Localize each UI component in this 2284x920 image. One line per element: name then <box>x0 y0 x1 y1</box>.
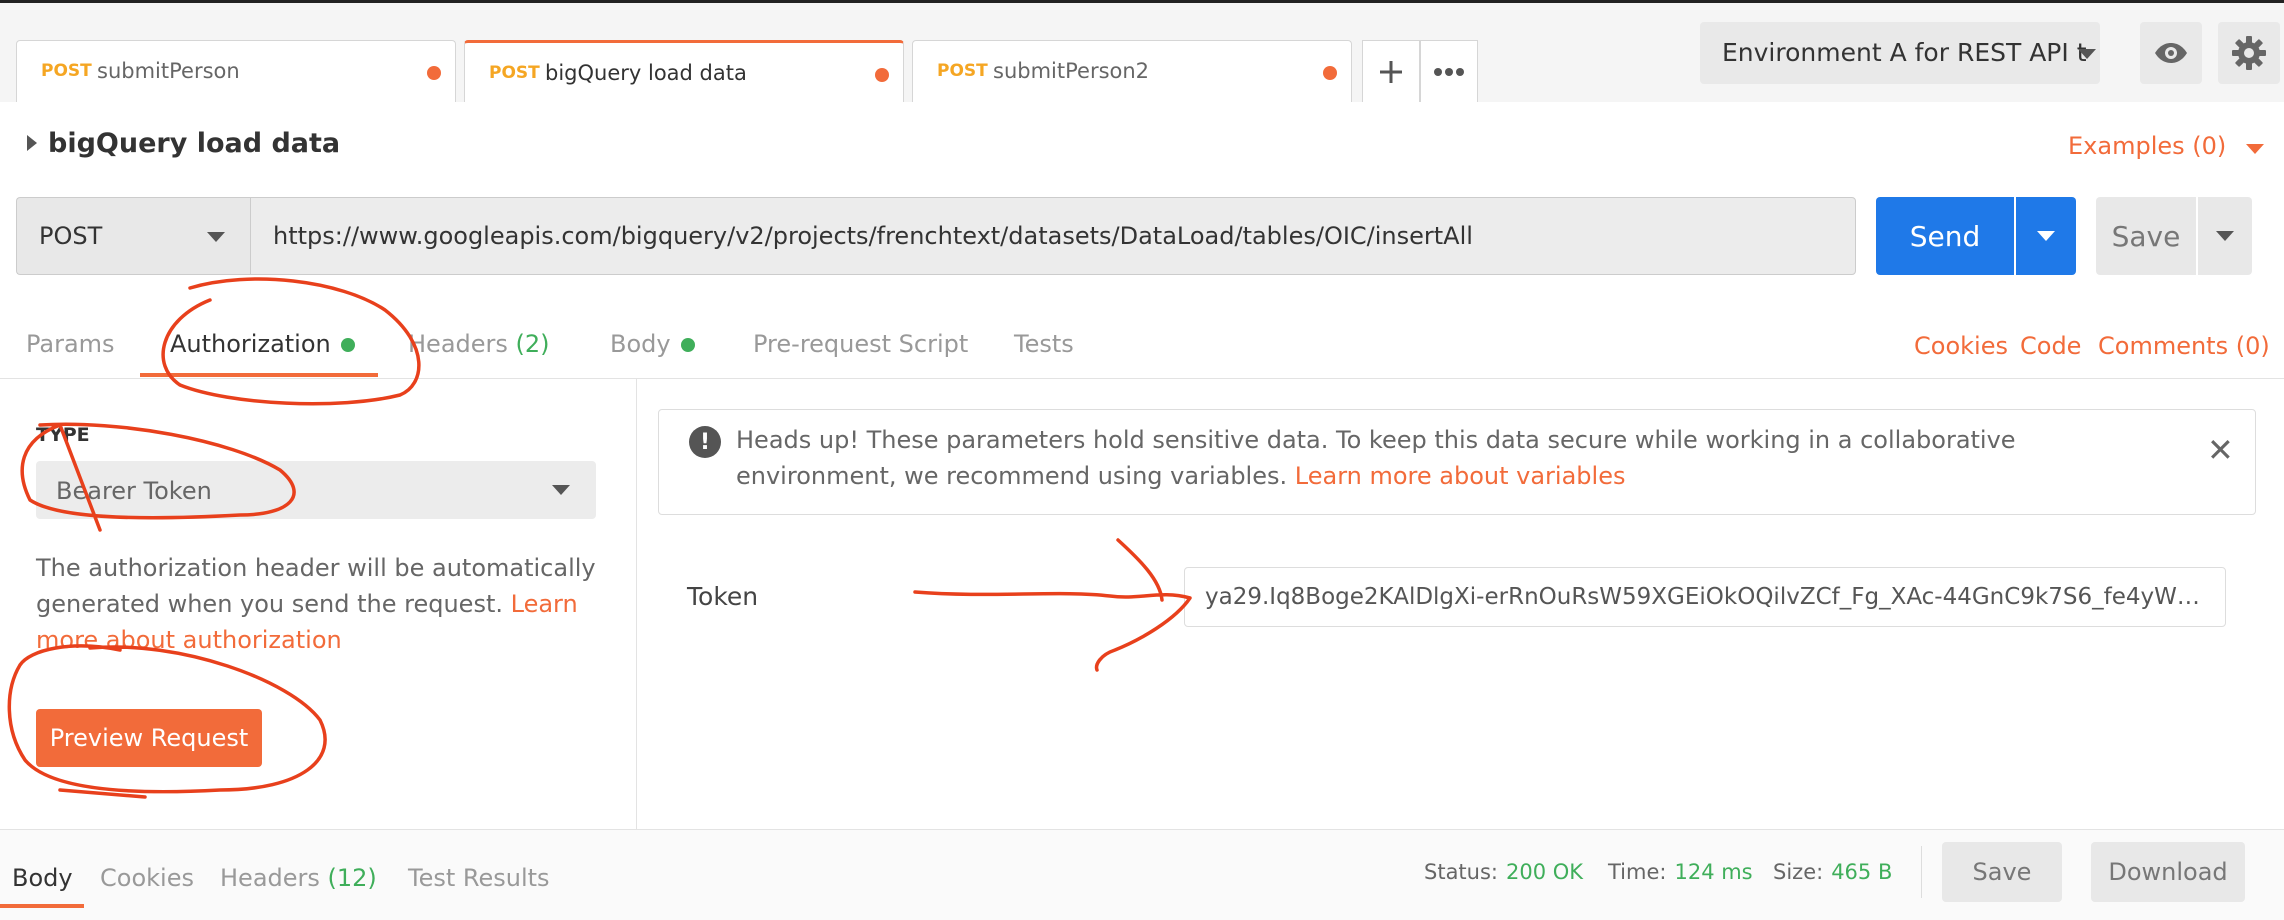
eye-icon <box>2155 43 2187 63</box>
tab-body[interactable]: Body <box>610 330 695 358</box>
status-value: 200 OK <box>1506 860 1584 884</box>
response-size: Size: 465 B <box>1773 860 1892 884</box>
response-headers-count: (12) <box>327 864 377 892</box>
chevron-down-icon <box>2078 49 2096 59</box>
tab-name: submitPerson <box>97 59 240 83</box>
gear-icon <box>2232 36 2266 70</box>
auth-type-label: TYPE <box>36 424 90 446</box>
unsaved-dot-icon <box>427 66 441 80</box>
chevron-down-icon <box>552 485 570 495</box>
token-input[interactable]: ya29.Iq8Boge2KAlDlgXi-erRnOuRsW59XGEiOkO… <box>1184 567 2226 627</box>
preview-request-button[interactable]: Preview Request <box>36 709 262 767</box>
alert-message: Heads up! These parameters hold sensitiv… <box>736 422 2156 494</box>
more-icon <box>1434 67 1464 76</box>
environment-label: Environment A for REST API t <box>1722 38 2087 67</box>
response-tab-headers-label: Headers <box>220 864 320 892</box>
status-dot-icon <box>680 338 695 352</box>
tab-headers-label: Headers <box>408 330 508 358</box>
environment-select[interactable]: Environment A for REST API t <box>1700 22 2100 84</box>
response-time: Time: 124 ms <box>1608 860 1753 884</box>
active-tab-indicator <box>0 904 84 908</box>
chevron-down-icon <box>2037 231 2055 241</box>
request-tab-submit-person2[interactable]: POST submitPerson2 <box>912 40 1352 102</box>
settings-button[interactable] <box>2218 22 2280 84</box>
close-icon[interactable]: ✕ <box>2207 434 2234 466</box>
panel-divider <box>636 379 637 829</box>
auth-type-value: Bearer Token <box>56 477 212 505</box>
save-response-button[interactable]: Save <box>1942 842 2062 902</box>
status-label: Status: <box>1424 860 1498 884</box>
request-tab-bigquery-load-data[interactable]: POST bigQuery load data <box>464 40 904 102</box>
divider <box>0 378 2284 379</box>
chevron-down-icon <box>2246 144 2264 154</box>
tab-name: submitPerson2 <box>993 59 1150 83</box>
tab-tests[interactable]: Tests <box>1014 330 1074 358</box>
auth-description: The authorization header will be automat… <box>36 550 596 658</box>
method-select[interactable]: POST <box>16 197 250 275</box>
tab-body-label: Body <box>610 330 671 358</box>
plus-icon <box>1380 60 1402 83</box>
examples-dropdown[interactable]: Examples (0) <box>2068 132 2264 160</box>
learn-more-variables-link[interactable]: Learn more about variables <box>1295 462 1626 490</box>
environment-quick-look-button[interactable] <box>2140 22 2202 84</box>
request-title[interactable]: bigQuery load data <box>48 128 340 159</box>
send-options-button[interactable] <box>2016 197 2076 275</box>
download-button[interactable]: Download <box>2091 842 2245 902</box>
tab-authorization[interactable]: Authorization <box>170 330 355 358</box>
sensitive-data-alert: ! Heads up! These parameters hold sensit… <box>658 409 2256 515</box>
size-label: Size: <box>1773 860 1824 884</box>
active-tab-indicator <box>140 373 378 377</box>
tab-method-label: POST <box>937 61 988 81</box>
tab-method-label: POST <box>41 61 92 81</box>
headers-count: (2) <box>515 330 550 358</box>
tab-headers[interactable]: Headers (2) <box>408 330 550 358</box>
code-link[interactable]: Code <box>2020 332 2081 360</box>
chevron-down-icon <box>2216 231 2234 241</box>
divider <box>1921 846 1922 898</box>
response-tab-test-results[interactable]: Test Results <box>408 864 550 892</box>
save-options-button[interactable] <box>2198 197 2252 275</box>
response-tab-headers[interactable]: Headers (12) <box>220 864 377 892</box>
size-value: 465 B <box>1831 860 1893 884</box>
examples-label: Examples (0) <box>2068 132 2227 160</box>
annotation-arrow-token <box>913 538 1192 672</box>
expand-triangle-icon[interactable] <box>26 135 38 151</box>
time-value: 124 ms <box>1674 860 1753 884</box>
tab-params[interactable]: Params <box>26 330 115 358</box>
response-tab-cookies[interactable]: Cookies <box>100 864 194 892</box>
cookies-link[interactable]: Cookies <box>1914 332 2008 360</box>
comments-link[interactable]: Comments (0) <box>2098 332 2270 360</box>
url-input[interactable]: https://www.googleapis.com/bigquery/v2/p… <box>250 197 1856 275</box>
new-tab-button[interactable] <box>1362 40 1420 102</box>
send-button[interactable]: Send <box>1876 197 2014 275</box>
tab-options-button[interactable] <box>1420 40 1478 102</box>
response-status: Status: 200 OK <box>1424 860 1583 884</box>
unsaved-dot-icon <box>1323 66 1337 80</box>
response-tab-body[interactable]: Body <box>12 864 73 892</box>
tab-pre-request-script[interactable]: Pre-request Script <box>753 330 968 358</box>
save-button[interactable]: Save <box>2096 197 2196 275</box>
method-label: POST <box>39 222 103 250</box>
tab-authorization-label: Authorization <box>170 330 331 358</box>
exclamation-icon: ! <box>689 426 721 458</box>
tab-name: bigQuery load data <box>545 61 747 85</box>
request-tab-submit-person[interactable]: POST submitPerson <box>16 40 456 102</box>
auth-type-select[interactable]: Bearer Token <box>36 461 596 519</box>
status-dot-icon <box>340 338 355 352</box>
token-label: Token <box>687 582 759 611</box>
chevron-down-icon <box>207 232 225 242</box>
time-label: Time: <box>1608 860 1667 884</box>
unsaved-dot-icon <box>875 68 889 82</box>
tab-method-label: POST <box>489 63 540 83</box>
